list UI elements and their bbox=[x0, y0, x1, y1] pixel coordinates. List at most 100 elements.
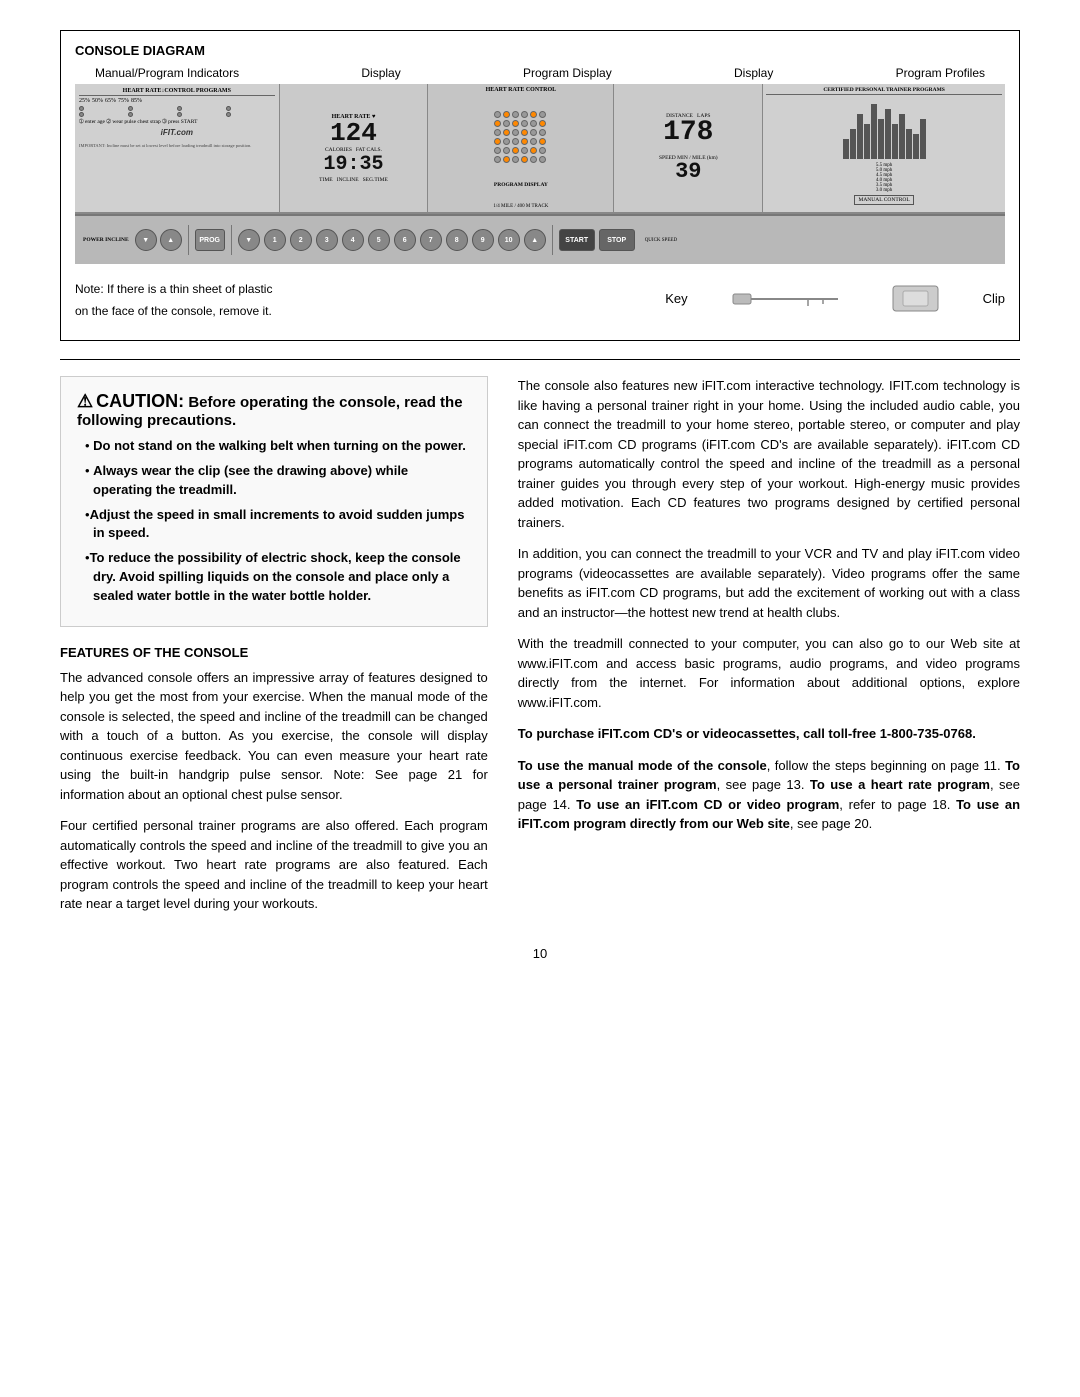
page: CONSOLE DIAGRAM Manual/Program Indicator… bbox=[0, 0, 1080, 1397]
dm-dot bbox=[503, 138, 510, 145]
dm-dot bbox=[494, 120, 501, 127]
dm-dot bbox=[521, 129, 528, 136]
two-col-layout: ⚠CAUTION: Before operating the console, … bbox=[60, 376, 1020, 926]
speed-range: 5.5 mph5.0 mph4.5 mph4.0 mph3.5 mph3.0 m… bbox=[876, 163, 892, 193]
num-btn-2[interactable]: 2 bbox=[290, 229, 312, 251]
dm-dot bbox=[539, 147, 546, 154]
indicator-dot bbox=[128, 112, 133, 117]
console-note: Note: If there is a thin sheet of plasti… bbox=[75, 272, 272, 326]
stop-btn[interactable]: STOP bbox=[599, 229, 635, 251]
profile-bar bbox=[892, 124, 898, 159]
num-btn-10[interactable]: 10 bbox=[498, 229, 520, 251]
num-btn-3[interactable]: 3 bbox=[316, 229, 338, 251]
hr-number: 124 bbox=[330, 120, 377, 146]
clip-label: Clip bbox=[983, 291, 1005, 306]
warning-triangle-icon: ⚠ bbox=[77, 391, 93, 411]
num-btn-8[interactable]: 8 bbox=[446, 229, 468, 251]
caution-bullet-4: •To reduce the possibility of electric s… bbox=[85, 549, 471, 606]
num-btn-5[interactable]: 5 bbox=[368, 229, 390, 251]
display-label: Display bbox=[361, 66, 400, 80]
right-column: The console also features new iFIT.com i… bbox=[518, 376, 1020, 846]
dm-dot bbox=[512, 147, 519, 154]
profile-bar bbox=[920, 119, 926, 159]
dm-dot bbox=[539, 111, 546, 118]
dm-dot bbox=[521, 120, 528, 127]
dm-dot bbox=[512, 120, 519, 127]
ifit-cd-bold: To use an iFIT.com CD or video program bbox=[576, 797, 839, 812]
console-diagram-visual: HEART RATE↓CONTROL PROGRAMS 25%50%65%75%… bbox=[75, 84, 1005, 264]
right-para-2: In addition, you can connect the treadmi… bbox=[518, 544, 1020, 622]
quick-speed-label: QUICK SPEED bbox=[645, 238, 677, 243]
caution-word: CAUTION: bbox=[96, 391, 184, 411]
program-profiles-section: CERTIFIED PERSONAL TRAINER PROGRAMS bbox=[763, 84, 1005, 212]
caution-box: ⚠CAUTION: Before operating the console, … bbox=[60, 376, 488, 627]
right-para-1: The console also features new iFIT.com i… bbox=[518, 376, 1020, 532]
age-instruction: ➀ enter age ➁ wear pulse chest strap ➂ p… bbox=[79, 119, 275, 125]
note-line1: Note: If there is a thin sheet of plasti… bbox=[75, 282, 272, 296]
indicator-dot bbox=[177, 106, 182, 111]
dm-dot bbox=[521, 156, 528, 163]
console-diagram-section: CONSOLE DIAGRAM Manual/Program Indicator… bbox=[60, 30, 1020, 341]
incline-up-btn[interactable] bbox=[160, 229, 182, 251]
caution-title: ⚠CAUTION: Before operating the console, … bbox=[77, 391, 471, 429]
console-top-area: HEART RATE↓CONTROL PROGRAMS 25%50%65%75%… bbox=[75, 84, 1005, 214]
program-display-sub-label: PROGRAM DISPLAY bbox=[494, 182, 548, 188]
indicator-dot bbox=[226, 112, 231, 117]
caution-bullet-3: •Adjust the speed in small increments to… bbox=[85, 506, 471, 544]
num-btn-9[interactable]: 9 bbox=[472, 229, 494, 251]
dm-dot bbox=[530, 129, 537, 136]
btn-divider bbox=[552, 225, 553, 255]
program-display-center: HEART RATE CONTROL bbox=[428, 84, 614, 212]
profile-bar bbox=[899, 114, 905, 159]
indicator-dot bbox=[128, 106, 133, 111]
num-btn-4[interactable]: 4 bbox=[342, 229, 364, 251]
incline-buttons bbox=[135, 229, 182, 251]
dm-dot bbox=[539, 156, 546, 163]
speed-up-btn[interactable] bbox=[524, 229, 546, 251]
heart-rate-bold: To use a heart rate program bbox=[810, 777, 990, 792]
dm-dot bbox=[521, 138, 528, 145]
start-btn[interactable]: START bbox=[559, 229, 595, 251]
profile-bar bbox=[878, 119, 884, 159]
dm-dot bbox=[521, 147, 528, 154]
speed-down-btn[interactable] bbox=[238, 229, 260, 251]
right-para-4: To purchase iFIT.com CD's or videocasset… bbox=[518, 724, 1020, 744]
dm-dot bbox=[530, 138, 537, 145]
profile-bar bbox=[913, 134, 919, 159]
caution-bullet-1: • Do not stand on the walking belt when … bbox=[85, 437, 471, 456]
note-key-row: Note: If there is a thin sheet of plasti… bbox=[75, 272, 1005, 326]
num-btn-1[interactable]: 1 bbox=[264, 229, 286, 251]
dm-dot bbox=[494, 147, 501, 154]
right-para-3: With the treadmill connected to your com… bbox=[518, 634, 1020, 712]
caution-bullet-2: • Always wear the clip (see the drawing … bbox=[85, 462, 471, 500]
distance-number: 178 bbox=[663, 119, 713, 147]
certified-label: CERTIFIED PERSONAL TRAINER PROGRAMS bbox=[766, 87, 1002, 95]
dm-dot bbox=[521, 111, 528, 118]
dm-dot bbox=[539, 129, 546, 136]
dm-dot bbox=[494, 156, 501, 163]
incline-label: INCLINE bbox=[337, 177, 359, 183]
ifit-logo: iFIT.com bbox=[79, 128, 275, 137]
dm-dot bbox=[512, 156, 519, 163]
indicator-dot bbox=[79, 106, 84, 111]
time-labels: TIME INCLINE SEG.TIME bbox=[319, 177, 388, 183]
right-para-5: To use the manual mode of the console, f… bbox=[518, 756, 1020, 834]
note-line2: on the face of the console, remove it. bbox=[75, 304, 272, 318]
section-divider bbox=[60, 359, 1020, 360]
dm-dot bbox=[494, 111, 501, 118]
profile-bar bbox=[857, 114, 863, 159]
indicator-grid bbox=[79, 106, 275, 117]
hr-control-label: HEART RATE CONTROL bbox=[486, 87, 557, 93]
indicator-dot bbox=[177, 112, 182, 117]
segtime-label: SEG.TIME bbox=[363, 177, 388, 183]
num-btn-7[interactable]: 7 bbox=[420, 229, 442, 251]
dm-dot bbox=[539, 120, 546, 127]
manual-program-label: Manual/Program Indicators bbox=[95, 66, 239, 80]
profile-bar bbox=[864, 124, 870, 159]
key-clip-row: Key Clip bbox=[665, 281, 1005, 316]
dm-dot bbox=[530, 147, 537, 154]
incline-down-btn[interactable] bbox=[135, 229, 157, 251]
num-btn-6[interactable]: 6 bbox=[394, 229, 416, 251]
dm-dot bbox=[503, 156, 510, 163]
program-btn[interactable]: PROG bbox=[195, 229, 225, 251]
